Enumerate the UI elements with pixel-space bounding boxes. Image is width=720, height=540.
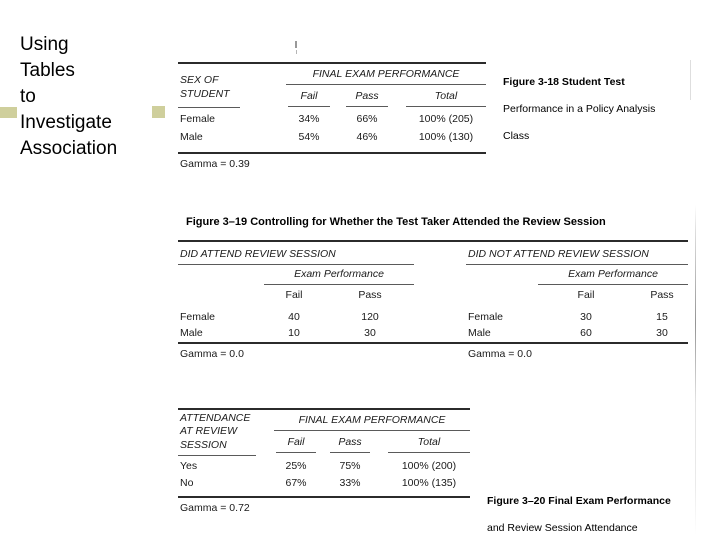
figure-3-19: DID ATTEND REVIEW SESSION Exam Performan… xyxy=(178,240,690,360)
right-panel-row-label-male: Male xyxy=(468,327,491,339)
scan-speck-artifact xyxy=(295,41,297,48)
left-panel-rule-spanner xyxy=(264,284,414,285)
column-header-fail: Fail xyxy=(300,90,318,102)
rule-top xyxy=(178,240,688,242)
figure-3-20-caption-line-2: and Review Session Attendance xyxy=(487,521,638,534)
left-panel-row-label-male: Male xyxy=(180,327,203,339)
left-panel-gamma: Gamma = 0.0 xyxy=(180,348,244,360)
page-title: Using Tables to Investigate Association xyxy=(20,34,118,159)
column-header-pass: Pass xyxy=(355,90,379,102)
right-panel-cell-female-fail: 30 xyxy=(580,311,592,323)
left-panel-heading: DID ATTEND REVIEW SESSION xyxy=(180,248,336,260)
left-panel-column-header-pass: Pass xyxy=(358,289,382,301)
stub-head-line-1: ATTENDANCE xyxy=(180,412,251,424)
right-panel-gamma: Gamma = 0.0 xyxy=(468,348,532,360)
figure-3-18-caption-line-3: Class xyxy=(503,129,530,142)
stub-head-line-1: SEX OF xyxy=(180,74,219,86)
rule-stub xyxy=(178,107,240,108)
column-header-total: Total xyxy=(434,90,458,102)
cell-male-fail: 54% xyxy=(298,131,320,143)
left-panel-column-header-fail: Fail xyxy=(285,289,303,301)
left-panel-cell-female-fail: 40 xyxy=(288,311,300,323)
column-header-total: Total xyxy=(417,436,441,448)
cell-yes-fail: 25% xyxy=(285,460,307,472)
right-panel-column-header-pass: Pass xyxy=(650,289,674,301)
rule-colhead-pass xyxy=(346,106,388,107)
rule-colhead-fail xyxy=(288,106,330,107)
stub-head-line-2: AT REVIEW xyxy=(180,425,237,437)
rule-bottom xyxy=(178,496,470,498)
figure-3-18-caption: Figure 3-18 Student Test Performance in … xyxy=(503,62,703,143)
spanner-header: FINAL EXAM PERFORMANCE xyxy=(298,414,446,426)
right-panel-cell-female-pass: 15 xyxy=(656,311,668,323)
rule-stub xyxy=(178,455,256,456)
column-header-pass: Pass xyxy=(338,436,362,448)
right-panel-rule-spanner xyxy=(538,284,688,285)
right-panel-cell-male-pass: 30 xyxy=(656,327,668,339)
left-panel-cell-male-fail: 10 xyxy=(288,327,300,339)
rule-top xyxy=(178,408,470,410)
row-label-no: No xyxy=(180,477,194,489)
row-label-yes: Yes xyxy=(180,460,198,472)
rule-bottom xyxy=(178,152,486,154)
scan-edge-artifact xyxy=(695,205,696,535)
cell-no-pass: 33% xyxy=(339,477,361,489)
spanner-header: FINAL EXAM PERFORMANCE xyxy=(312,68,460,80)
row-label-female: Female xyxy=(180,113,216,125)
rule-colhead-fail xyxy=(276,452,316,453)
figure-3-20-caption-line-1: Figure 3–20 Final Exam Performance xyxy=(487,494,671,507)
left-panel-rule-under-heading xyxy=(178,264,414,265)
cell-yes-pass: 75% xyxy=(339,460,361,472)
row-label-male: Male xyxy=(180,131,203,143)
rule-colhead-total xyxy=(388,452,470,453)
cell-no-total: 100% (135) xyxy=(401,477,457,489)
figure-3-20: ATTENDANCE AT REVIEW SESSION FINAL EXAM … xyxy=(178,408,478,518)
figure-3-20-caption: Figure 3–20 Final Exam Performance and R… xyxy=(487,481,702,535)
right-panel-column-header-fail: Fail xyxy=(577,289,595,301)
stub-head-line-2: STUDENT xyxy=(180,88,230,100)
left-panel-cell-female-pass: 120 xyxy=(361,311,379,323)
gamma-value: Gamma = 0.39 xyxy=(180,158,250,170)
figure-3-18-caption-line-2: Performance in a Policy Analysis xyxy=(503,102,656,115)
right-panel-heading: DID NOT ATTEND REVIEW SESSION xyxy=(468,248,649,260)
bullet-marker-middle xyxy=(152,106,165,118)
right-panel-rule-under-heading xyxy=(466,264,688,265)
bullet-marker-left xyxy=(0,107,17,118)
rule-spanner xyxy=(274,430,470,431)
cell-female-pass: 66% xyxy=(356,113,378,125)
stub-head-line-3: SESSION xyxy=(180,439,227,451)
right-panel-row-label-female: Female xyxy=(468,311,504,323)
right-panel-cell-male-fail: 60 xyxy=(580,327,592,339)
cell-yes-total: 100% (200) xyxy=(401,460,457,472)
column-header-fail: Fail xyxy=(287,436,305,448)
scan-edge-artifact-top xyxy=(690,60,691,100)
figure-3-18: SEX OF STUDENT FINAL EXAM PERFORMANCE Fa… xyxy=(178,62,488,172)
rule-spanner xyxy=(286,84,486,85)
left-panel-spanner: Exam Performance xyxy=(294,268,384,280)
left-panel-row-label-female: Female xyxy=(180,311,216,323)
cell-female-total: 100% (205) xyxy=(418,113,474,125)
left-panel-cell-male-pass: 30 xyxy=(364,327,376,339)
rule-colhead-total xyxy=(406,106,486,107)
cell-female-fail: 34% xyxy=(298,113,320,125)
gamma-value: Gamma = 0.72 xyxy=(180,502,250,514)
cell-male-total: 100% (130) xyxy=(418,131,474,143)
rule-colhead-pass xyxy=(330,452,370,453)
rule-bottom xyxy=(178,342,688,344)
rule-top xyxy=(178,62,486,64)
scan-speck-artifact-2 xyxy=(296,50,297,54)
cell-male-pass: 46% xyxy=(356,131,378,143)
right-panel-spanner: Exam Performance xyxy=(568,268,658,280)
figure-3-19-title: Figure 3–19 Controlling for Whether the … xyxy=(186,216,606,228)
cell-no-fail: 67% xyxy=(285,477,307,489)
figure-3-18-caption-line-1: Figure 3-18 Student Test xyxy=(503,75,625,88)
